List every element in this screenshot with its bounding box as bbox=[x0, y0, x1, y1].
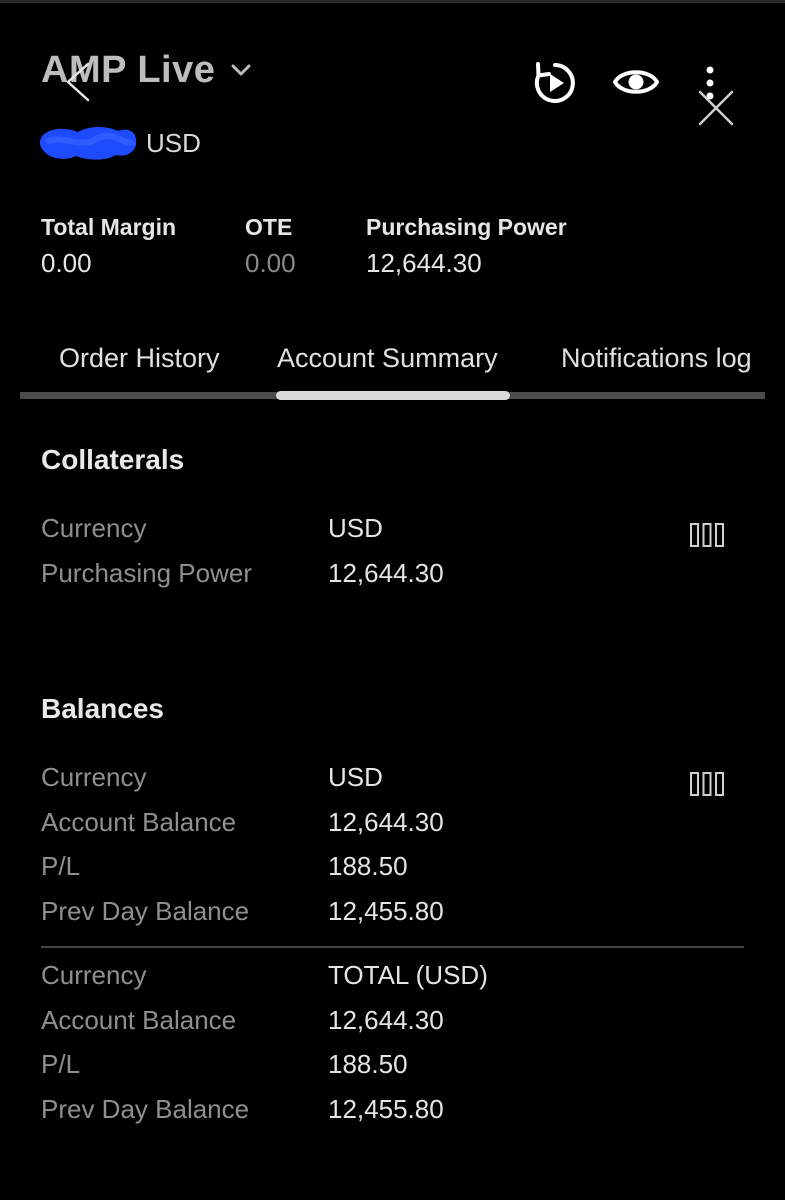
tab-notifications-log[interactable]: Notifications log bbox=[561, 343, 752, 374]
redaction-scribble bbox=[39, 127, 137, 160]
total-balance-label: P/L bbox=[41, 1049, 81, 1079]
balance-label: Currency bbox=[41, 762, 147, 792]
total-balance-label: Currency bbox=[41, 960, 147, 990]
account-id-row: USD bbox=[38, 122, 201, 164]
total-margin-label: Total Margin bbox=[41, 214, 177, 240]
collateral-value: USD bbox=[328, 513, 383, 543]
columns-icon[interactable] bbox=[689, 522, 725, 548]
balances-divider bbox=[41, 946, 744, 948]
total-balance-label: Account Balance bbox=[41, 1005, 237, 1035]
ote-value: 0.00 bbox=[245, 248, 296, 278]
total-balance-value: TOTAL (USD) bbox=[328, 960, 488, 990]
total-balance-label: Prev Day Balance bbox=[41, 1094, 250, 1124]
chevron-left-icon[interactable] bbox=[62, 60, 94, 104]
chevron-down-icon bbox=[231, 64, 251, 76]
replay-icon[interactable] bbox=[532, 60, 578, 106]
balance-value: USD bbox=[328, 762, 383, 792]
top-border bbox=[0, 0, 785, 3]
balance-value: 12,644.30 bbox=[328, 807, 444, 837]
active-tab-indicator bbox=[276, 391, 510, 400]
collateral-label: Purchasing Power bbox=[41, 558, 252, 588]
columns-icon[interactable] bbox=[689, 771, 725, 797]
ote-label: OTE bbox=[245, 214, 293, 240]
tab-account-summary[interactable]: Account Summary bbox=[277, 343, 498, 374]
balance-value: 188.50 bbox=[328, 851, 408, 881]
collaterals-title: Collaterals bbox=[41, 444, 185, 475]
balance-label: Prev Day Balance bbox=[41, 896, 250, 926]
tab-bar: Order History Account Summary Notificati… bbox=[0, 330, 765, 390]
close-icon[interactable] bbox=[696, 88, 736, 128]
balance-label: Account Balance bbox=[41, 807, 237, 837]
total-balance-value: 12,455.80 bbox=[328, 1094, 444, 1124]
balances-title: Balances bbox=[41, 693, 164, 724]
balance-label: P/L bbox=[41, 851, 81, 881]
total-margin-value: 0.00 bbox=[41, 248, 92, 278]
collateral-value: 12,644.30 bbox=[328, 558, 444, 588]
eye-icon[interactable] bbox=[612, 62, 660, 102]
purchasing-power-label: Purchasing Power bbox=[366, 214, 567, 240]
tab-order-history[interactable]: Order History bbox=[59, 343, 220, 374]
account-currency: USD bbox=[146, 127, 201, 158]
balance-value: 12,455.80 bbox=[328, 896, 444, 926]
purchasing-power-value: 12,644.30 bbox=[366, 248, 482, 278]
collateral-label: Currency bbox=[41, 513, 147, 543]
total-balance-value: 188.50 bbox=[328, 1049, 408, 1079]
total-balance-value: 12,644.30 bbox=[328, 1005, 444, 1035]
